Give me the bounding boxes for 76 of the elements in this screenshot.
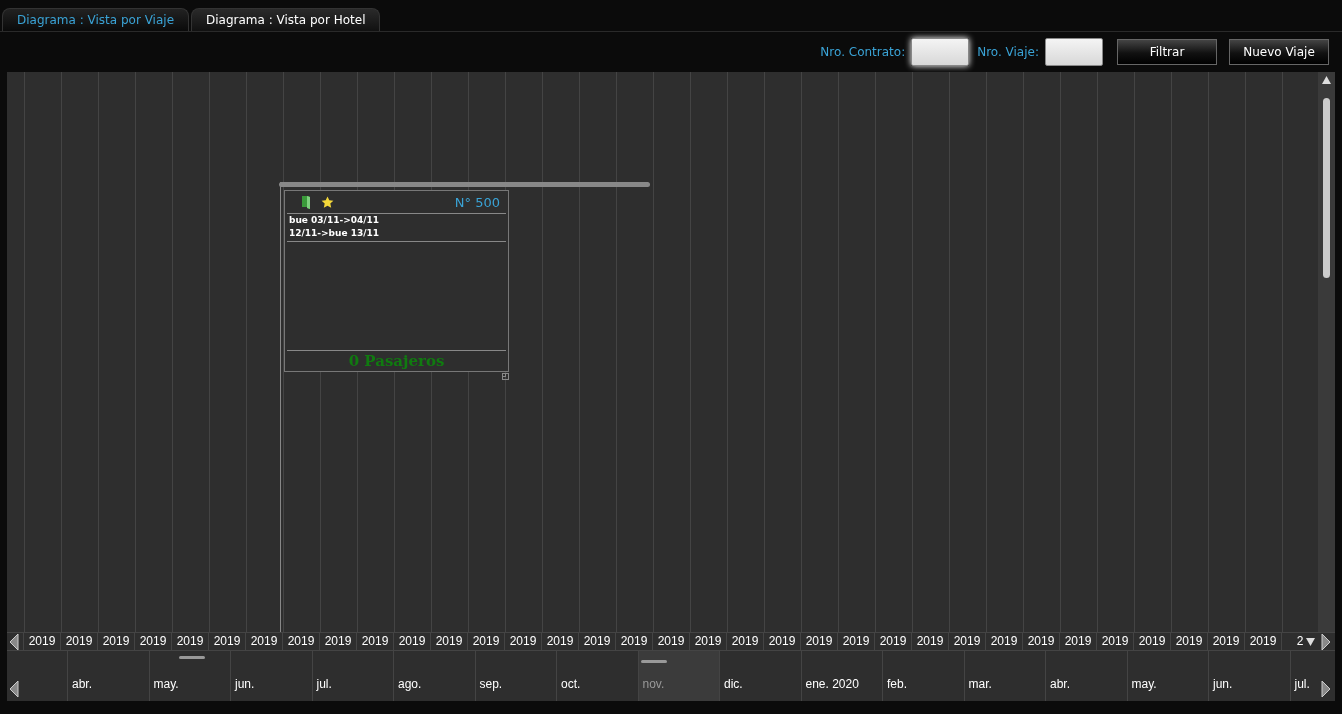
month-label[interactable]: ago. — [398, 677, 422, 691]
year-label: 2019 — [97, 633, 134, 650]
month-label[interactable]: jun. — [235, 677, 255, 691]
year-label: 2019 — [874, 633, 911, 650]
scroll-left-icon[interactable] — [9, 680, 19, 698]
passenger-count: 0 Pasajeros — [347, 351, 446, 371]
scroll-right-icon[interactable] — [1321, 632, 1331, 651]
scroll-left-icon[interactable] — [9, 632, 19, 651]
scroll-right-icon[interactable] — [1321, 680, 1331, 698]
filter-button[interactable]: Filtrar — [1117, 39, 1217, 65]
range-handle[interactable] — [179, 656, 205, 659]
month-label[interactable]: abr. — [1050, 677, 1070, 691]
month-label[interactable]: jul. — [316, 677, 332, 691]
segment-label: bue 03/11->04/11 — [288, 214, 381, 227]
resize-icon[interactable] — [502, 373, 509, 380]
month-label[interactable]: may. — [1131, 677, 1157, 691]
scroll-down-icon[interactable] — [1306, 638, 1315, 646]
year-label: 2019 — [245, 633, 282, 650]
year-label: 2019 — [1170, 633, 1207, 650]
field-label: Nro. Viaje: — [977, 45, 1039, 59]
month-label[interactable]: mar. — [968, 677, 992, 691]
month-label[interactable]: nov. — [642, 677, 665, 691]
year-label: 2019 — [1022, 633, 1059, 650]
year-label: 2019 — [1096, 633, 1133, 650]
year-label: 2019 — [208, 633, 245, 650]
year-label: 2019 — [911, 633, 948, 650]
month-label[interactable]: jul. — [1294, 677, 1310, 691]
scroll-thumb[interactable] — [1323, 98, 1330, 278]
year-label: 2019 — [504, 633, 541, 650]
year-label: 2019 — [319, 633, 356, 650]
tab[interactable]: Diagrama : Vista por Viaje — [2, 8, 189, 31]
year-label: 2019 — [763, 633, 800, 650]
year-label: 2019 — [23, 633, 60, 650]
year-label: 2019 — [356, 633, 393, 650]
year-label: 2019 — [578, 633, 615, 650]
range-handle[interactable] — [641, 660, 667, 663]
month-label[interactable]: feb. — [887, 677, 907, 691]
year-label: 2019 — [948, 633, 985, 650]
month-label[interactable]: sep. — [479, 677, 503, 691]
month-label[interactable]: jun. — [1213, 677, 1233, 691]
year-label: 2019 — [985, 633, 1022, 650]
month-label[interactable]: may. — [153, 677, 179, 691]
month-label[interactable]: ene. 2020 — [805, 677, 859, 691]
door-icon — [301, 195, 311, 209]
year-label: 2019 — [467, 633, 504, 650]
year-label: 2019 — [1133, 633, 1170, 650]
trip-card[interactable]: N° 500 bue 03/11->04/11 12/11->bue 13/11 0 Pasajeros — [284, 190, 509, 372]
star-icon — [321, 195, 334, 209]
year-label: 2019 — [134, 633, 171, 650]
year-label: 2019 — [171, 633, 208, 650]
scroll-up-icon[interactable] — [1322, 76, 1331, 84]
input-field[interactable] — [1045, 38, 1103, 66]
segment-label: 12/11->bue 13/11 — [288, 227, 381, 240]
month-label[interactable]: oct. — [561, 677, 581, 691]
year-label: 2019 — [60, 633, 97, 650]
year-label: 2019 — [615, 633, 652, 650]
year-label: 2019 — [726, 633, 763, 650]
year-label: 2019 — [393, 633, 430, 650]
year-label: 2019 — [1207, 633, 1244, 650]
year-label: 2019 — [689, 633, 726, 650]
tab[interactable]: Diagrama : Vista por Hotel — [191, 8, 381, 31]
year-label: 2019 — [652, 633, 689, 650]
year-label: 2019 — [837, 633, 874, 650]
year-label: 2019 — [800, 633, 837, 650]
vertical-scrollbar[interactable] — [1318, 72, 1335, 632]
field-label: Nro. Contrato: — [820, 45, 906, 59]
year-label: 2019 — [430, 633, 467, 650]
month-label[interactable]: dic. — [724, 677, 743, 691]
trip-number: N° 500 — [454, 194, 500, 210]
month-label[interactable]: abr. — [72, 677, 92, 691]
input-field[interactable] — [911, 38, 970, 66]
year-label: 2019 — [282, 633, 319, 650]
year-label: 2019 — [541, 633, 578, 650]
new-trip-button[interactable]: Nuevo Viaje — [1229, 39, 1329, 65]
year-label: 2019 — [1244, 633, 1281, 650]
year-label: 2019 — [1059, 633, 1096, 650]
